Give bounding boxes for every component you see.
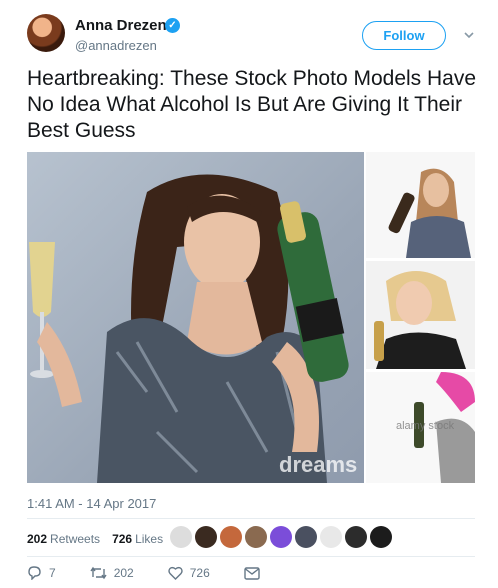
author-name[interactable]: Anna Drezen — [75, 17, 167, 34]
chevron-down-icon[interactable] — [462, 28, 476, 42]
tweet-timestamp[interactable]: 1:41 AM - 14 Apr 2017 — [27, 496, 156, 511]
liker-avatar[interactable] — [345, 526, 367, 548]
likes-stat[interactable]: 726 Likes — [112, 532, 163, 546]
liker-avatars — [170, 526, 392, 548]
watermark-main: dreams — [279, 452, 358, 477]
media-photo-side-2[interactable] — [366, 261, 475, 369]
tweet-actions: 7 202 726 — [27, 566, 294, 580]
liker-avatar[interactable] — [170, 526, 192, 548]
like-action[interactable]: 726 — [168, 566, 210, 580]
liker-avatar[interactable] — [195, 526, 217, 548]
retweets-stat[interactable]: 202 Retweets — [27, 532, 100, 546]
follow-button[interactable]: Follow — [362, 21, 446, 50]
tweet-stats: 202 Retweets 726 Likes — [27, 532, 163, 546]
liker-avatar[interactable] — [220, 526, 242, 548]
retweet-icon — [90, 566, 107, 580]
avatar[interactable] — [27, 14, 65, 52]
liker-avatar[interactable] — [245, 526, 267, 548]
liker-avatar[interactable] — [270, 526, 292, 548]
reply-action[interactable]: 7 — [27, 566, 56, 580]
retweet-action[interactable]: 202 — [90, 566, 134, 580]
liker-avatar[interactable] — [295, 526, 317, 548]
liker-avatar[interactable] — [370, 526, 392, 548]
message-icon — [244, 566, 260, 580]
like-icon — [168, 566, 183, 580]
author-handle[interactable]: @annadrezen — [75, 38, 157, 53]
tweet-text: Heartbreaking: These Stock Photo Models … — [27, 67, 477, 142]
media-photo-side-1[interactable] — [366, 152, 475, 258]
liker-avatar[interactable] — [320, 526, 342, 548]
verified-icon: ✓ — [165, 18, 180, 33]
divider — [27, 518, 475, 519]
message-action[interactable] — [244, 566, 260, 580]
divider — [27, 556, 475, 557]
watermark-side: alamy stock — [396, 420, 455, 432]
media-photo-main[interactable]: dreams — [27, 152, 364, 483]
reply-icon — [28, 566, 41, 580]
media-photo-side-3[interactable]: alamy stock — [366, 372, 475, 483]
